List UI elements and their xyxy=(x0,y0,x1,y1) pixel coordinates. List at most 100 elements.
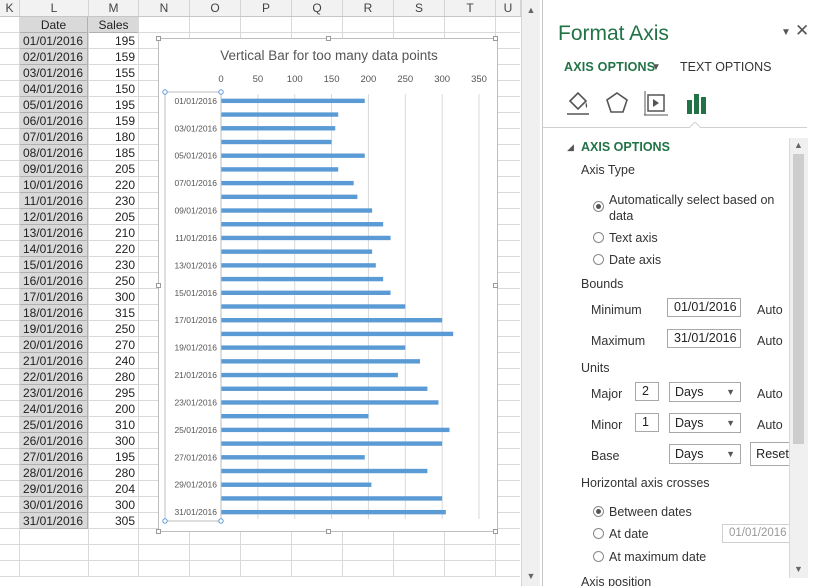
effects-pentagon-icon[interactable] xyxy=(602,88,632,118)
sales-cell[interactable]: 210 xyxy=(89,225,138,241)
sales-cell[interactable]: 155 xyxy=(89,65,138,81)
sales-cell[interactable]: 280 xyxy=(89,369,138,385)
date-cell[interactable]: 10/01/2016 xyxy=(20,177,88,193)
chart-resize-handle[interactable] xyxy=(156,283,161,288)
sales-cell[interactable]: 305 xyxy=(89,513,138,529)
header-sales-cell[interactable]: Sales xyxy=(89,17,138,33)
date-cell[interactable]: 29/01/2016 xyxy=(20,481,88,497)
sales-cell[interactable]: 250 xyxy=(89,273,138,289)
date-cell[interactable]: 17/01/2016 xyxy=(20,289,88,305)
radio-between-dates[interactable] xyxy=(593,506,604,517)
radio-auto-label-1[interactable]: Automatically select based on xyxy=(609,193,774,207)
chart-resize-handle[interactable] xyxy=(493,529,498,534)
chart-resize-handle[interactable] xyxy=(326,36,331,41)
chart-resize-handle[interactable] xyxy=(493,36,498,41)
date-cell[interactable]: 08/01/2016 xyxy=(20,145,88,161)
close-icon[interactable]: ✕ xyxy=(795,21,809,41)
date-cell[interactable]: 07/01/2016 xyxy=(20,129,88,145)
sales-cell[interactable]: 295 xyxy=(89,385,138,401)
date-cell[interactable]: 18/01/2016 xyxy=(20,305,88,321)
sales-cell[interactable]: 205 xyxy=(89,161,138,177)
date-cell[interactable]: 04/01/2016 xyxy=(20,81,88,97)
sales-cell[interactable]: 250 xyxy=(89,321,138,337)
minimum-field[interactable]: 01/01/2016 xyxy=(667,298,741,317)
date-cell[interactable]: 13/01/2016 xyxy=(20,225,88,241)
column-header-k[interactable]: K xyxy=(0,0,20,16)
date-cell[interactable]: 03/01/2016 xyxy=(20,65,88,81)
column-header-q[interactable]: Q xyxy=(292,0,343,16)
axis-options-bars-icon[interactable] xyxy=(682,88,712,118)
size-properties-icon[interactable] xyxy=(641,88,671,118)
sales-cell[interactable]: 200 xyxy=(89,401,138,417)
sales-cell[interactable]: 159 xyxy=(89,49,138,65)
radio-date-axis[interactable] xyxy=(593,254,604,265)
chart-resize-handle[interactable] xyxy=(156,529,161,534)
date-cell[interactable]: 25/01/2016 xyxy=(20,417,88,433)
date-cell[interactable]: 02/01/2016 xyxy=(20,49,88,65)
date-cell[interactable]: 27/01/2016 xyxy=(20,449,88,465)
minimum-auto-button[interactable]: Auto xyxy=(757,303,783,317)
sales-cell[interactable]: 315 xyxy=(89,305,138,321)
radio-between-dates-label[interactable]: Between dates xyxy=(609,505,692,519)
tab-text-options[interactable]: TEXT OPTIONS xyxy=(680,60,771,74)
chevron-down-icon[interactable]: ▼ xyxy=(651,62,661,73)
chart-resize-handle[interactable] xyxy=(156,36,161,41)
scroll-down-icon[interactable]: ▼ xyxy=(525,570,537,582)
sales-cell[interactable]: 230 xyxy=(89,193,138,209)
at-date-field[interactable]: 01/01/2016 xyxy=(722,524,792,543)
sheet-vertical-scrollbar[interactable]: ▲ ▼ xyxy=(521,0,540,586)
date-cell[interactable]: 22/01/2016 xyxy=(20,369,88,385)
date-cell[interactable]: 30/01/2016 xyxy=(20,497,88,513)
date-cell[interactable]: 15/01/2016 xyxy=(20,257,88,273)
date-cell[interactable]: 24/01/2016 xyxy=(20,401,88,417)
sales-cell[interactable]: 300 xyxy=(89,433,138,449)
sales-cell[interactable]: 220 xyxy=(89,177,138,193)
column-header-u[interactable]: U xyxy=(496,0,521,16)
column-header-r[interactable]: R xyxy=(343,0,394,16)
column-header-o[interactable]: O xyxy=(190,0,241,16)
sales-cell[interactable]: 270 xyxy=(89,337,138,353)
date-cell[interactable]: 16/01/2016 xyxy=(20,273,88,289)
radio-text-axis-label[interactable]: Text axis xyxy=(609,231,658,245)
date-cell[interactable]: 20/01/2016 xyxy=(20,337,88,353)
sales-cell[interactable]: 205 xyxy=(89,209,138,225)
sales-cell[interactable]: 195 xyxy=(89,449,138,465)
section-axis-options[interactable]: AXIS OPTIONS xyxy=(581,140,670,154)
column-header-n[interactable]: N xyxy=(139,0,190,16)
sales-cell[interactable]: 195 xyxy=(89,33,138,49)
date-cell[interactable]: 01/01/2016 xyxy=(20,33,88,49)
chart-resize-handle[interactable] xyxy=(493,283,498,288)
radio-at-date-label[interactable]: At date xyxy=(609,527,649,541)
column-header-l[interactable]: L xyxy=(20,0,89,16)
scroll-thumb[interactable] xyxy=(793,154,804,444)
maximum-field[interactable]: 31/01/2016 xyxy=(667,329,741,348)
radio-auto-select[interactable] xyxy=(593,201,604,212)
major-field[interactable]: 2 xyxy=(635,382,659,401)
sales-cell[interactable]: 220 xyxy=(89,241,138,257)
radio-max-date[interactable] xyxy=(593,551,604,562)
date-cell[interactable]: 23/01/2016 xyxy=(20,385,88,401)
column-header-s[interactable]: S xyxy=(394,0,445,16)
date-cell[interactable]: 05/01/2016 xyxy=(20,97,88,113)
header-date-cell[interactable]: Date xyxy=(20,17,88,33)
radio-text-axis[interactable] xyxy=(593,232,604,243)
base-unit-dropdown[interactable]: Days ▼ xyxy=(669,444,741,464)
date-cell[interactable]: 14/01/2016 xyxy=(20,241,88,257)
sales-cell[interactable]: 300 xyxy=(89,497,138,513)
sales-cell[interactable]: 240 xyxy=(89,353,138,369)
sales-cell[interactable]: 310 xyxy=(89,417,138,433)
sales-cell[interactable]: 280 xyxy=(89,465,138,481)
date-cell[interactable]: 06/01/2016 xyxy=(20,113,88,129)
minor-unit-dropdown[interactable]: Days ▼ xyxy=(669,413,741,433)
column-header-t[interactable]: T xyxy=(445,0,496,16)
minor-auto-button[interactable]: Auto xyxy=(757,418,783,432)
bar-chart[interactable]: Vertical Bar for too many data points 05… xyxy=(156,36,498,534)
collapse-triangle-icon[interactable]: ◢ xyxy=(567,142,574,153)
date-cell[interactable]: 12/01/2016 xyxy=(20,209,88,225)
date-cell[interactable]: 28/01/2016 xyxy=(20,465,88,481)
date-cell[interactable]: 11/01/2016 xyxy=(20,193,88,209)
chart-resize-handle[interactable] xyxy=(326,529,331,534)
fill-line-icon[interactable] xyxy=(563,88,593,118)
sales-cell[interactable]: 195 xyxy=(89,97,138,113)
radio-date-axis-label[interactable]: Date axis xyxy=(609,253,661,267)
